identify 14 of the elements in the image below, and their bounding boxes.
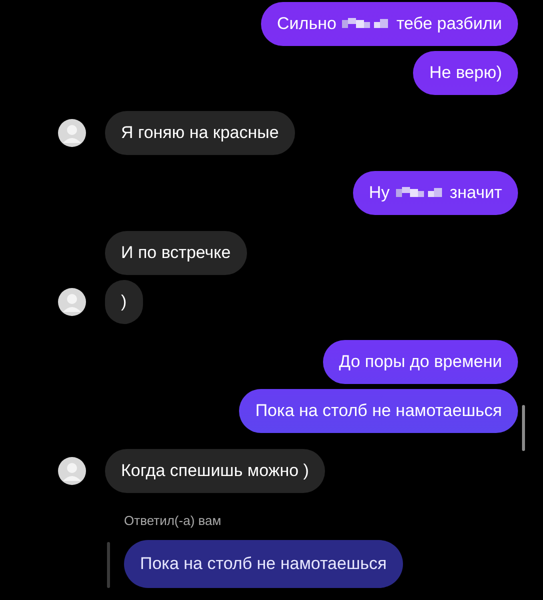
pixelated-censor-icon (396, 187, 444, 199)
message-bubble[interactable]: И по встречке (105, 231, 247, 275)
message-bubble[interactable]: Пока на столб не намотаешься (239, 389, 518, 433)
message-bubble[interactable]: Я гоняю на красные (105, 111, 295, 155)
message-bubble[interactable]: Не верю) (413, 51, 518, 95)
scrollbar[interactable] (522, 405, 525, 451)
quoted-message[interactable]: Пока на столб не намотаешься (124, 540, 403, 588)
reply-label: Ответил(-а) вам (123, 513, 222, 528)
message-bubble[interactable]: ) (105, 280, 143, 324)
message-bubble[interactable]: Ну значит (352, 171, 518, 215)
message-bubble[interactable]: Сильно тебе разбили (261, 2, 518, 46)
message-bubble[interactable]: До поры до времени (322, 340, 518, 384)
pixelated-censor-icon (342, 18, 390, 30)
message-bubble[interactable]: Когда спешишь можно ) (105, 449, 325, 493)
